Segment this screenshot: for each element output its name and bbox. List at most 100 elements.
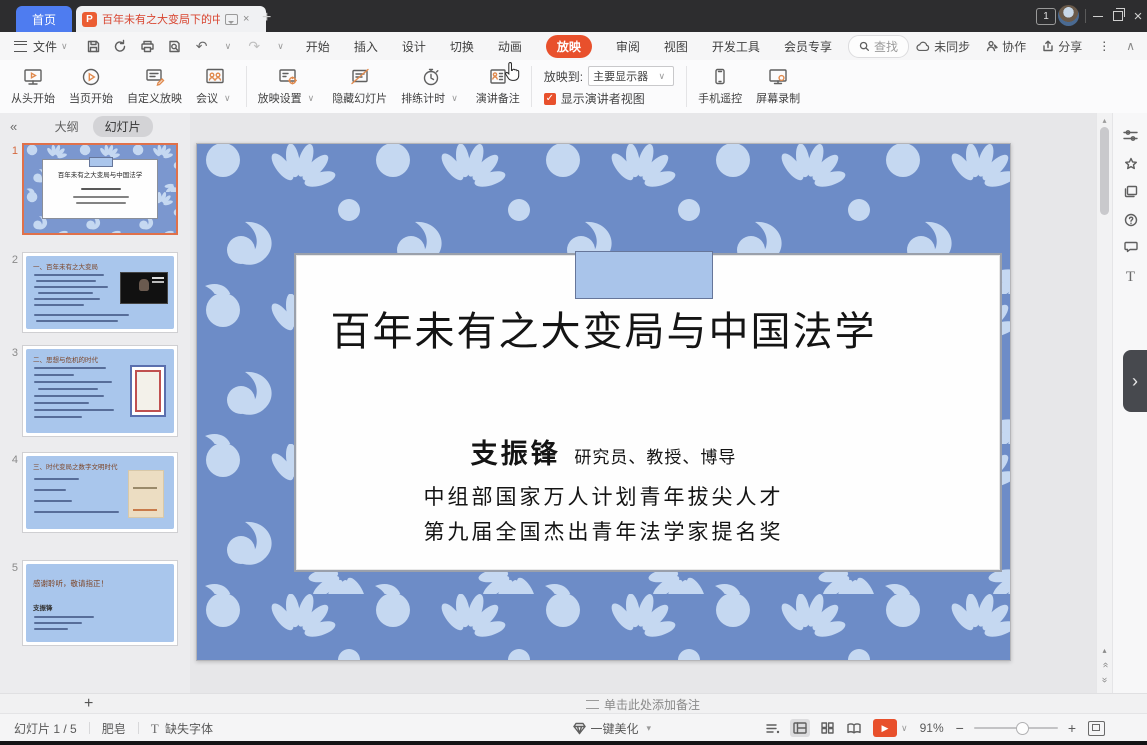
- notes-placeholder-area[interactable]: 单击此处添加备注: [190, 694, 1096, 714]
- slide-author-row[interactable]: 支振锋 研究员、教授、博导: [197, 432, 1010, 471]
- search-box[interactable]: 查找: [848, 35, 909, 58]
- file-menu[interactable]: 文件: [33, 38, 57, 55]
- tab-devtools[interactable]: 开发工具: [712, 38, 760, 55]
- book-cover-image: [128, 470, 164, 518]
- meeting-icon: [204, 67, 226, 87]
- restore-button[interactable]: [1110, 9, 1126, 23]
- comment-bubble-icon[interactable]: [225, 14, 238, 25]
- notes-toggle-icon[interactable]: [763, 719, 783, 737]
- properties-sliders-icon[interactable]: [1113, 129, 1147, 142]
- missing-font-indicator[interactable]: T 缺失字体: [151, 720, 213, 737]
- fit-to-window-button[interactable]: [1088, 721, 1105, 736]
- presenter-view-checkbox[interactable]: ✓: [544, 93, 556, 105]
- screen-record-button[interactable]: 屏幕录制: [749, 60, 807, 113]
- theme-help-icon[interactable]: [1113, 213, 1147, 227]
- previous-slide-button[interactable]: «: [1097, 661, 1112, 669]
- quickbar-more-icon[interactable]: ∨: [277, 41, 284, 52]
- slide-number: 1: [4, 145, 18, 157]
- slideshow-play-button[interactable]: ▶: [873, 719, 897, 737]
- tab-slideshow[interactable]: 放映: [546, 35, 592, 58]
- save-icon[interactable]: [86, 38, 102, 54]
- zoom-slider-knob[interactable]: [1016, 722, 1029, 735]
- zoom-in-button[interactable]: +: [1068, 720, 1076, 736]
- show-settings-caret-icon: ∨: [308, 93, 315, 104]
- print-icon[interactable]: [140, 38, 156, 54]
- tab-review[interactable]: 审阅: [616, 38, 640, 55]
- custom-show-button[interactable]: 自定义放映: [120, 60, 189, 113]
- slide-title[interactable]: 百年未有之大变局与中国法学: [197, 299, 1010, 357]
- add-slide-button[interactable]: +: [84, 694, 93, 714]
- layout-layers-icon[interactable]: [1113, 185, 1147, 198]
- close-button[interactable]: ×: [1130, 9, 1146, 23]
- redo-icon[interactable]: ↷: [246, 38, 262, 54]
- credential-line-2[interactable]: 第九届全国杰出青年法学家提名奖: [197, 516, 1010, 546]
- slide-thumbnail-2[interactable]: 一、百年未有之大变局: [22, 252, 178, 333]
- window-count-badge[interactable]: 1: [1036, 8, 1056, 25]
- show-settings-group: 放映设置∨ 隐藏幻灯片 排练计时∨ 演讲备注: [251, 60, 527, 113]
- text-tool-icon[interactable]: T: [1113, 269, 1147, 286]
- tab-transition[interactable]: 切换: [450, 38, 474, 55]
- video-thumbnail: [120, 272, 168, 304]
- tab-view[interactable]: 视图: [664, 38, 688, 55]
- tab-design[interactable]: 设计: [402, 38, 426, 55]
- vertical-scrollbar[interactable]: ▴ ▴ « «: [1096, 113, 1112, 693]
- user-avatar[interactable]: [1058, 5, 1079, 26]
- play-current-button[interactable]: 当页开始: [62, 60, 120, 113]
- minimize-button[interactable]: [1090, 9, 1106, 23]
- tab-home[interactable]: 开始: [306, 38, 330, 55]
- slide-thumbnail-1[interactable]: 百年未有之大变局与中国法学: [22, 143, 178, 235]
- zoom-percent[interactable]: 91%: [920, 721, 944, 735]
- slide-thumbnail-panel: « 大纲 幻灯片 1 百年未有之大变局与中国法学 2: [0, 113, 191, 693]
- tab-member[interactable]: 会员专享: [784, 38, 832, 55]
- scrollbar-thumb[interactable]: [1100, 127, 1109, 215]
- hide-slide-button[interactable]: 隐藏幻灯片: [325, 60, 394, 113]
- export-pdf-icon[interactable]: [113, 38, 129, 54]
- one-click-beautify-button[interactable]: 一键美化 ▾: [573, 720, 655, 737]
- sync-status[interactable]: 未同步: [916, 38, 970, 55]
- animation-star-icon[interactable]: [1113, 157, 1147, 171]
- slide-sorter-view-button[interactable]: [817, 719, 837, 737]
- display-monitor-dropdown[interactable]: 主要显示器 ∨: [588, 66, 674, 86]
- home-tab[interactable]: 首页: [16, 6, 72, 32]
- scroll-tick-icon[interactable]: ▴: [1097, 647, 1112, 655]
- rehearse-timing-button[interactable]: 排练计时∨: [394, 60, 469, 113]
- scroll-up-icon[interactable]: ▴: [1097, 116, 1112, 125]
- comment-panel-icon[interactable]: [1113, 241, 1147, 253]
- menu-icon[interactable]: [14, 41, 27, 52]
- collapse-ribbon-icon[interactable]: ∧: [1126, 39, 1135, 53]
- collapse-panel-icon[interactable]: «: [10, 119, 17, 134]
- normal-view-button[interactable]: [790, 719, 810, 737]
- play-caret-icon[interactable]: ∨: [901, 723, 908, 734]
- panel-header: « 大纲 幻灯片: [0, 113, 190, 140]
- expand-panel-tab[interactable]: ›: [1123, 350, 1147, 412]
- undo-caret-icon[interactable]: ∨: [225, 41, 232, 52]
- reading-view-button[interactable]: [844, 719, 864, 737]
- phone-remote-button[interactable]: 手机遥控: [691, 60, 749, 113]
- tab-outline[interactable]: 大纲: [55, 118, 79, 135]
- show-settings-button[interactable]: 放映设置∨: [251, 60, 326, 113]
- share-button[interactable]: 分享: [1042, 38, 1082, 55]
- slide-thumbnail-3[interactable]: 二、思想与危机的时代: [22, 345, 178, 437]
- more-menu-icon[interactable]: ⋮: [1098, 39, 1110, 53]
- current-slide[interactable]: 百年未有之大变局与中国法学 支振锋 研究员、教授、博导 中组部国家万人计划青年拔…: [196, 143, 1011, 661]
- slide-thumbnail-4[interactable]: 三、时代变局之数字文明时代: [22, 452, 178, 533]
- document-tab[interactable]: P 百年未有之大变局下的中国法学 ×: [76, 6, 266, 32]
- zoom-out-button[interactable]: −: [956, 720, 964, 736]
- new-tab-button[interactable]: +: [262, 6, 271, 30]
- undo-icon[interactable]: ↶: [194, 38, 210, 54]
- slide-thumbnail-5[interactable]: 感谢聆听，敬请指正！ 支振锋: [22, 560, 178, 646]
- tab-insert[interactable]: 插入: [354, 38, 378, 55]
- next-slide-button[interactable]: «: [1097, 676, 1112, 684]
- collaborate-button[interactable]: 协作: [986, 38, 1026, 55]
- file-menu-caret-icon[interactable]: ∨: [61, 41, 68, 52]
- close-tab-icon[interactable]: ×: [243, 13, 249, 25]
- play-from-start-button[interactable]: 从头开始: [4, 60, 62, 113]
- meeting-button[interactable]: 会议∨: [189, 60, 242, 113]
- theme-name[interactable]: 肥皂: [102, 720, 126, 737]
- credential-line-1[interactable]: 中组部国家万人计划青年拔尖人才: [197, 481, 1010, 511]
- cloud-sync-icon: [916, 41, 930, 52]
- zoom-slider[interactable]: [974, 727, 1058, 729]
- tab-slides[interactable]: 幻灯片: [93, 116, 153, 137]
- print-preview-icon[interactable]: [167, 38, 183, 54]
- tab-animation[interactable]: 动画: [498, 38, 522, 55]
